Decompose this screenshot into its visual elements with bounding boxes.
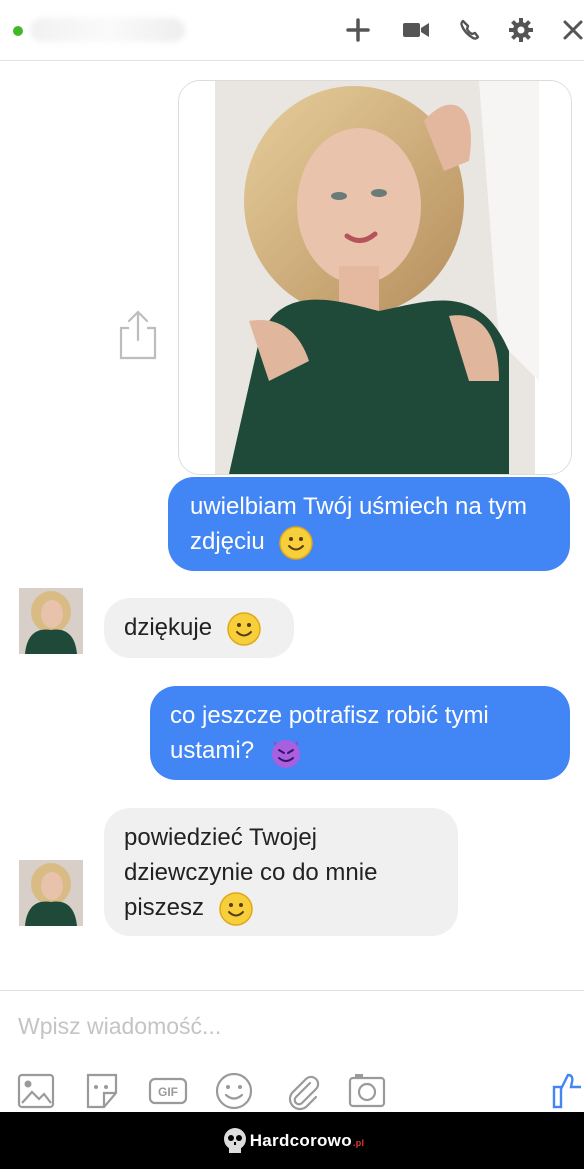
- message-incoming[interactable]: powiedzieć Twojej dziewczynie co do mnie…: [104, 808, 458, 936]
- message-input[interactable]: Wpisz wiadomość...: [18, 1013, 221, 1040]
- gif-icon[interactable]: GIF: [148, 1071, 188, 1111]
- message-text: co jeszcze potrafisz robić tymi ustami?: [170, 702, 489, 764]
- message-outgoing[interactable]: co jeszcze potrafisz robić tymi ustami?: [150, 686, 570, 780]
- brand-suffix: .pl: [352, 1137, 365, 1148]
- add-icon[interactable]: [340, 12, 376, 48]
- phone-icon[interactable]: [452, 12, 488, 48]
- gif-label: GIF: [158, 1085, 178, 1099]
- contact-avatar[interactable]: [19, 588, 83, 654]
- message-list[interactable]: uwielbiam Twój uśmiech na tym zdjęciu dz…: [0, 60, 584, 990]
- camera-icon[interactable]: [347, 1071, 387, 1111]
- message-incoming[interactable]: dziękuje: [104, 598, 294, 658]
- video-call-icon[interactable]: [398, 12, 434, 48]
- online-status-dot: [13, 26, 23, 36]
- thumbs-up-icon[interactable]: [552, 1071, 584, 1111]
- emoji-icon[interactable]: [214, 1071, 254, 1111]
- shared-photo[interactable]: [178, 80, 572, 475]
- chat-header: [0, 0, 584, 61]
- contact-avatar[interactable]: [19, 860, 83, 926]
- message-text: uwielbiam Twój uśmiech na tym zdjęciu: [190, 493, 528, 555]
- image-icon[interactable]: [16, 1071, 56, 1111]
- devil-emoji-icon: [271, 739, 300, 768]
- attachment-icon[interactable]: [282, 1071, 322, 1111]
- message-composer: Wpisz wiadomość... GIF: [0, 990, 584, 1113]
- contact-name[interactable]: [30, 18, 185, 42]
- smile-emoji-icon: [226, 611, 261, 646]
- brand-text: Hardcorowo: [249, 1130, 352, 1150]
- close-icon[interactable]: [555, 12, 584, 48]
- sticker-icon[interactable]: [82, 1071, 122, 1111]
- smile-emoji-icon: [279, 525, 314, 560]
- gear-icon[interactable]: [503, 12, 539, 48]
- message-text: dziękuje: [124, 614, 213, 641]
- skull-logo-icon: [223, 1127, 246, 1153]
- smile-emoji-icon: [218, 891, 253, 926]
- brand-name: Hardcorowo.pl: [250, 1131, 365, 1151]
- share-icon[interactable]: [115, 306, 161, 362]
- watermark-footer: Hardcorowo.pl: [0, 1112, 584, 1169]
- message-outgoing[interactable]: uwielbiam Twój uśmiech na tym zdjęciu: [168, 477, 570, 571]
